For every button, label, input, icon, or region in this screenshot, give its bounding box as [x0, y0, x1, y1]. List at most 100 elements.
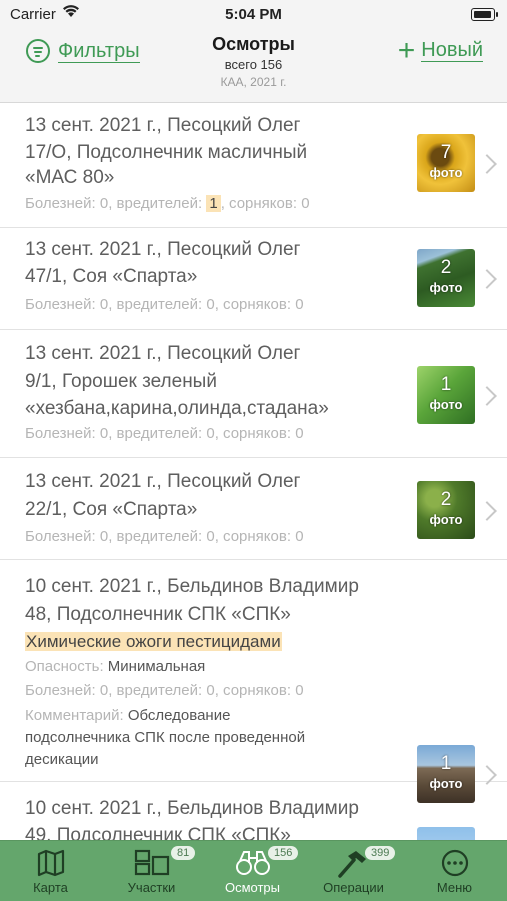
- battery-icon: [471, 8, 498, 21]
- pests-count: 1: [206, 195, 221, 212]
- photo-count: 7: [440, 142, 452, 163]
- inspections-count-badge: 156: [268, 846, 299, 860]
- weeds-count: 0: [301, 195, 310, 212]
- pests-count: 0: [206, 425, 215, 442]
- inspection-row[interactable]: 13 сент. 2021 г., Песоцкий Олег 47/1, Со…: [0, 227, 507, 330]
- field-number: 48,: [25, 604, 52, 625]
- tab-label: Операции: [323, 880, 384, 895]
- navigation-bar: Фильтры Осмотры всего 156 КАА, 2021 г. +…: [0, 30, 507, 103]
- photo-count: 2: [440, 257, 452, 278]
- field-number: 22/1,: [25, 499, 68, 520]
- weeds-label: сорняков:: [223, 528, 292, 545]
- problem-badge: Химические ожоги пестицидами: [25, 632, 282, 651]
- status-bar: Carrier 5:04 PM: [0, 0, 507, 30]
- photo-count: 1: [440, 753, 452, 774]
- inspector-name: Песоцкий Олег: [167, 471, 301, 492]
- tab-fields[interactable]: 81 Участки: [101, 841, 202, 901]
- inspection-date: 13 сент. 2021 г.,: [25, 343, 162, 364]
- pests-label: вредителей:: [116, 296, 203, 313]
- pests-label: вредителей:: [116, 195, 203, 212]
- fields-icon: [134, 849, 170, 876]
- inspection-row[interactable]: 10 сент. 2021 г., Бельдинов Владимир 48,…: [0, 559, 507, 803]
- photo-label: фото: [429, 512, 463, 527]
- photo-thumbnail[interactable]: 7 фото: [417, 134, 475, 192]
- diseases-label: Болезней:: [25, 296, 96, 313]
- photo-thumbnail[interactable]: 2 фото: [417, 481, 475, 539]
- chevron-right-icon: [477, 501, 497, 521]
- diseases-label: Болезней:: [25, 528, 96, 545]
- diseases-label: Болезней:: [25, 682, 96, 699]
- tab-operations[interactable]: 399 Операции: [303, 841, 404, 901]
- weeds-count: 0: [295, 296, 304, 313]
- pests-count: 0: [206, 528, 215, 545]
- photo-thumbnail[interactable]: 1 фото: [417, 366, 475, 424]
- weeds-label: сорняков:: [223, 296, 292, 313]
- chevron-right-icon: [477, 269, 497, 289]
- crop-name: Подсолнечник СПК «СПК»: [56, 604, 291, 625]
- inspection-row[interactable]: 13 сент. 2021 г., Песоцкий Олег 17/О, По…: [0, 103, 507, 228]
- weeds-label: сорняков:: [223, 425, 292, 442]
- binoculars-icon: [236, 851, 270, 875]
- crop-name: Соя «Спарта»: [72, 266, 198, 287]
- map-icon: [37, 849, 65, 877]
- weeds-count: 0: [295, 528, 304, 545]
- photo-count: 1: [440, 374, 452, 395]
- tab-inspections[interactable]: 156 Осмотры: [202, 841, 303, 901]
- clock: 5:04 PM: [225, 6, 282, 23]
- new-inspection-button[interactable]: + Новый: [398, 35, 483, 65]
- inspection-row[interactable]: 13 сент. 2021 г., Песоцкий Олег 22/1, Со…: [0, 457, 507, 560]
- inspection-row[interactable]: 10 сент. 2021 г., Бельдинов Владимир 49,…: [0, 781, 507, 840]
- inspection-list[interactable]: 13 сент. 2021 г., Песоцкий Олег 17/О, По…: [0, 103, 507, 840]
- crop-name: Подсолнечник СПК «СПК»: [56, 825, 291, 840]
- diseases-label: Болезней:: [25, 425, 96, 442]
- inspector-name: Песоцкий Олег: [167, 239, 301, 260]
- inspection-date: 13 сент. 2021 г.,: [25, 115, 162, 136]
- weeds-label: сорняков:: [223, 682, 292, 699]
- pests-label: вредителей:: [116, 682, 203, 699]
- crop-name: Горошек зеленый: [61, 371, 217, 392]
- field-number: 47/1,: [25, 266, 68, 287]
- comment-text-3: десикации: [25, 751, 99, 768]
- tab-bar: Карта 81 Участки 156 Осмотры 399 Операци…: [0, 840, 507, 901]
- weeds-count: 0: [295, 425, 304, 442]
- chevron-right-icon: [477, 386, 497, 406]
- pests-count: 0: [206, 296, 215, 313]
- diseases-count: 0: [99, 682, 109, 699]
- weeds-count: 0: [295, 682, 304, 699]
- field-number: 9/1,: [25, 371, 57, 392]
- comment-text: Обследование: [127, 707, 231, 724]
- pests-count: 0: [206, 682, 215, 699]
- tab-map[interactable]: Карта: [0, 841, 101, 901]
- photo-label: фото: [429, 397, 463, 412]
- tab-label: Участки: [127, 880, 176, 895]
- pests-label: вредителей:: [116, 528, 203, 545]
- photo-thumbnail[interactable]: [417, 827, 475, 840]
- fields-count-badge: 81: [171, 846, 196, 860]
- inspection-date: 10 сент. 2021 г.,: [25, 576, 162, 597]
- photo-label: фото: [429, 280, 463, 295]
- new-label: Новый: [421, 39, 483, 62]
- inspection-date: 13 сент. 2021 г.,: [25, 239, 162, 260]
- crop-name: Соя «Спарта»: [72, 499, 198, 520]
- tab-menu[interactable]: Меню: [404, 841, 505, 901]
- comment-text-2: подсолнечника СПК после проведенной: [25, 729, 306, 746]
- diseases-count: 0: [99, 195, 109, 212]
- inspector-name: Песоцкий Олег: [167, 115, 301, 136]
- chevron-right-icon: [477, 154, 497, 174]
- tab-label: Осмотры: [224, 880, 281, 895]
- tab-label: Меню: [436, 880, 473, 895]
- diseases-count: 0: [99, 296, 109, 313]
- photo-label: фото: [429, 165, 463, 180]
- field-number: 49,: [25, 825, 52, 840]
- photo-thumbnail[interactable]: 2 фото: [417, 249, 475, 307]
- inspection-date: 10 сент. 2021 г.,: [25, 798, 162, 819]
- inspection-row[interactable]: 13 сент. 2021 г., Песоцкий Олег 9/1, Гор…: [0, 329, 507, 458]
- inspector-name: Бельдинов Владимир: [167, 798, 359, 819]
- weeds-label: сорняков:: [229, 195, 298, 212]
- tab-label: Карта: [33, 880, 68, 895]
- pests-label: вредителей:: [116, 425, 203, 442]
- crop-variety: «МАС 80»: [25, 167, 115, 188]
- crop-variety: «хезбана,карина,олинда,стадана»: [25, 398, 329, 419]
- diseases-count: 0: [99, 528, 109, 545]
- more-icon: [441, 849, 469, 877]
